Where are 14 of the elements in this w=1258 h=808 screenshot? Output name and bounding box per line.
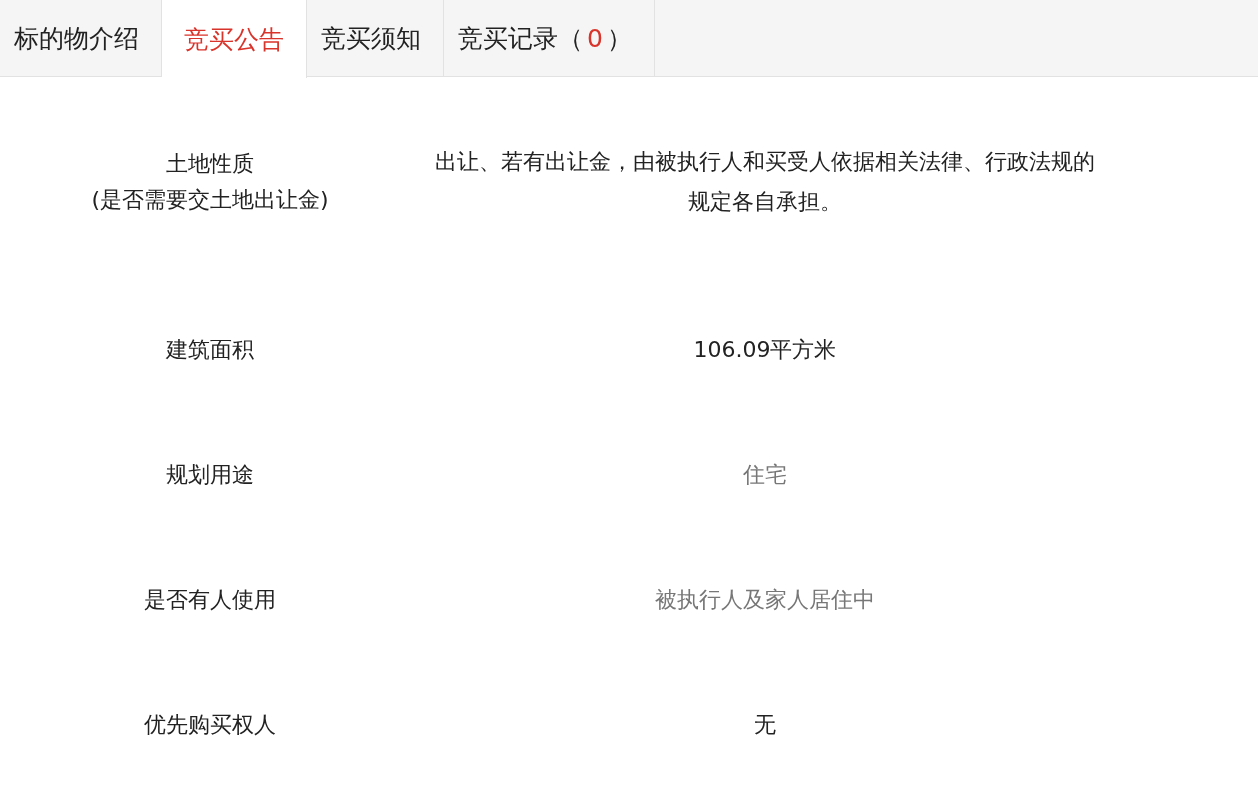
field-value: 106.09平方米 xyxy=(693,335,837,364)
field-label: 土地性质 xyxy=(166,150,254,178)
field-note: (是否需要交土地出让金) xyxy=(90,186,330,214)
field-value: 无 xyxy=(754,710,776,739)
field-label: 建筑面积 xyxy=(166,335,254,364)
tab[interactable]: 竞买记录（ 0 ） xyxy=(444,0,655,76)
tab[interactable]: 竞买须知 xyxy=(307,0,444,76)
field-label: 规划用途 xyxy=(166,460,254,489)
tab[interactable]: 竞买公告 xyxy=(162,0,307,78)
field-value: 住宅 xyxy=(743,460,787,489)
field-value: 被执行人及家人居住中 xyxy=(655,585,875,614)
field-label: 是否有人使用 xyxy=(144,585,276,614)
field-label: 优先购买权人 xyxy=(144,710,276,739)
field-value: 出让、若有出让金，由被执行人和买受人依据相关法律、行政法规的规定各自承担。 xyxy=(434,148,1096,216)
